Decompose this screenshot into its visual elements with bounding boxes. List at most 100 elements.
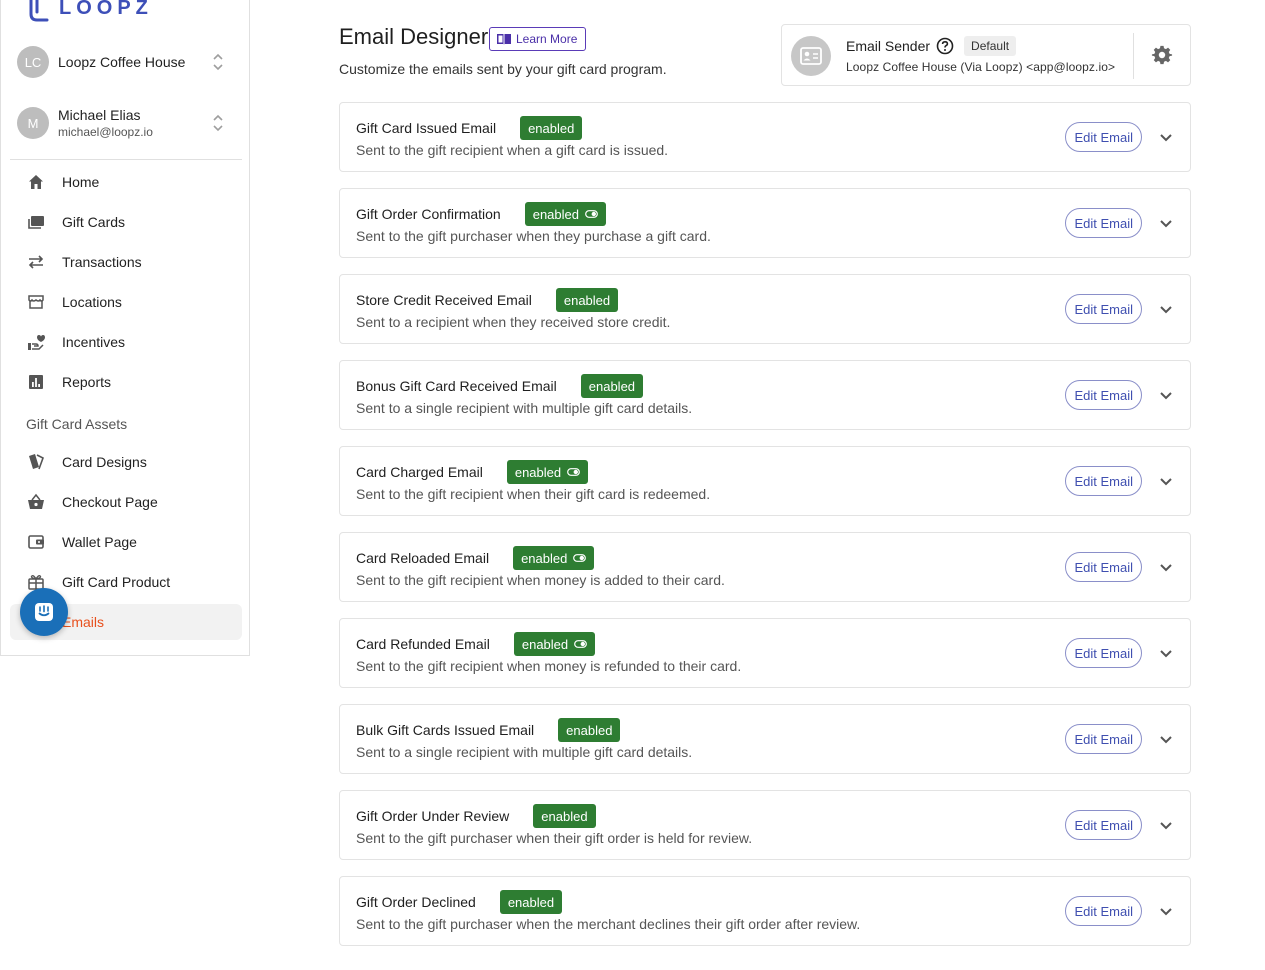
storefront-icon — [26, 292, 46, 312]
email-card: Gift Card Issued Email enabled Sent to t… — [339, 102, 1191, 172]
email-card: Bulk Gift Cards Issued Email enabled Sen… — [339, 704, 1191, 774]
sidebar-item-checkout-page[interactable]: Checkout Page — [10, 484, 242, 520]
edit-email-button[interactable]: Edit Email — [1065, 380, 1142, 410]
sidebar-item-label: Gift Cards — [62, 214, 126, 230]
sidebar-item-label: Locations — [62, 294, 122, 310]
email-title: Gift Order Under Review — [356, 808, 510, 824]
edit-email-button[interactable]: Edit Email — [1065, 638, 1142, 668]
sidebar-divider — [10, 159, 242, 160]
email-title: Gift Order Declined — [356, 894, 476, 910]
chevron-down-icon[interactable] — [1158, 215, 1174, 231]
edit-email-button[interactable]: Edit Email — [1065, 208, 1142, 238]
status-badge-label: enabled — [514, 464, 562, 480]
user-email: michael@loopz.io — [58, 125, 153, 139]
default-chip: Default — [964, 36, 1017, 56]
learn-more-label: Learn More — [516, 32, 578, 46]
chevron-down-icon[interactable] — [1158, 559, 1174, 575]
edit-email-button[interactable]: Edit Email — [1065, 896, 1142, 926]
organization-switcher[interactable]: LC Loopz Coffee House — [17, 46, 235, 78]
user-switcher[interactable]: M Michael Elias michael@loopz.io — [17, 107, 235, 139]
sidebar-item-card-designs[interactable]: Card Designs — [10, 444, 242, 480]
edit-email-button[interactable]: Edit Email — [1065, 294, 1142, 324]
email-description: Sent to the gift recipient when money is… — [356, 572, 725, 588]
email-description: Sent to the gift recipient when a gift c… — [356, 142, 669, 158]
status-badge-label: enabled — [541, 808, 588, 824]
toggle-on-icon — [567, 468, 581, 476]
email-card: Card Refunded Email enabled Sent to the … — [339, 618, 1191, 688]
sidebar-item-label: Checkout Page — [62, 494, 158, 510]
organization-name: Loopz Coffee House — [58, 54, 186, 70]
chat-icon — [35, 603, 53, 621]
brand-logo[interactable]: LOOPZ — [25, 0, 153, 22]
chevron-down-icon[interactable] — [1158, 129, 1174, 145]
chevron-down-icon[interactable] — [1158, 301, 1174, 317]
chevron-down-icon[interactable] — [1158, 387, 1174, 403]
sidebar-item-reports[interactable]: Reports — [10, 364, 242, 400]
email-description: Sent to the gift purchaser when they pur… — [356, 228, 711, 244]
status-badge: enabled — [499, 890, 563, 914]
status-badge: enabled — [580, 374, 644, 398]
sidebar-item-transactions[interactable]: Transactions — [10, 244, 242, 280]
book-icon — [497, 34, 511, 45]
bar-chart-icon — [26, 372, 46, 392]
chat-launcher-button[interactable] — [20, 588, 68, 636]
status-badge: enabled — [520, 116, 583, 140]
sidebar-item-label: Reports — [62, 374, 112, 390]
toggle-on-icon — [574, 640, 588, 648]
gear-icon[interactable] — [1151, 44, 1173, 66]
wallet-icon — [26, 532, 46, 552]
home-icon — [26, 172, 46, 192]
email-description: Sent to the gift recipient when money is… — [356, 658, 742, 674]
status-badge-label: enabled — [507, 894, 555, 910]
status-badge-label: enabled — [532, 206, 579, 222]
chevron-down-icon[interactable] — [1158, 903, 1174, 919]
user-avatar: M — [17, 107, 49, 139]
volunteer-heart-icon — [26, 332, 46, 352]
organization-avatar: LC — [17, 46, 49, 78]
email-card: Card Reloaded Email enabled Sent to the … — [339, 532, 1191, 602]
chevron-down-icon[interactable] — [1158, 731, 1174, 747]
sidebar-item-wallet-page[interactable]: Wallet Page — [10, 524, 242, 560]
edit-email-button[interactable]: Edit Email — [1065, 122, 1142, 152]
email-card: Gift Order Declined enabled Sent to the … — [339, 876, 1191, 946]
learn-more-button[interactable]: Learn More — [489, 27, 587, 51]
status-badge-label: enabled — [563, 292, 611, 308]
email-description: Sent to a recipient when they received s… — [356, 314, 671, 330]
status-badge: enabled — [506, 460, 589, 484]
sidebar-item-incentives[interactable]: Incentives — [10, 324, 242, 360]
sidebar-item-locations[interactable]: Locations — [10, 284, 242, 320]
status-badge: enabled — [533, 804, 596, 828]
sidebar-item-label: Transactions — [62, 254, 142, 270]
edit-email-button[interactable]: Edit Email — [1065, 466, 1142, 496]
status-badge-label: enabled — [566, 722, 613, 738]
email-card: Store Credit Received Email enabled Sent… — [339, 274, 1191, 344]
sidebar-item-label: Emails — [62, 614, 105, 630]
cards-stack-icon — [26, 452, 46, 472]
toggle-on-icon — [585, 210, 598, 218]
sidebar-item-home[interactable]: Home — [10, 164, 242, 200]
edit-email-button[interactable]: Edit Email — [1065, 724, 1142, 754]
sidebar-item-gift-cards[interactable]: Gift Cards — [10, 204, 242, 240]
shopping-basket-icon — [26, 492, 46, 512]
email-title: Bonus Gift Card Received Email — [356, 378, 557, 394]
chevron-down-icon[interactable] — [1158, 817, 1174, 833]
page-title: Email Designer — [339, 24, 489, 49]
email-description: Sent to a single recipient with multiple… — [356, 744, 693, 760]
edit-email-button[interactable]: Edit Email — [1065, 810, 1142, 840]
unfold-icon — [213, 53, 223, 71]
email-description: Sent to a single recipient with multiple… — [356, 400, 693, 416]
chevron-down-icon[interactable] — [1158, 473, 1174, 489]
sidebar-item-label: Wallet Page — [62, 534, 137, 550]
email-card: Card Charged Email enabled Sent to the g… — [339, 446, 1191, 516]
help-circle-icon[interactable] — [936, 37, 954, 55]
edit-email-button[interactable]: Edit Email — [1065, 552, 1142, 582]
chevron-down-icon[interactable] — [1158, 645, 1174, 661]
email-title: Card Charged Email — [356, 464, 483, 480]
email-title: Card Refunded Email — [356, 636, 490, 652]
email-description: Sent to the gift recipient when their gi… — [356, 486, 711, 502]
user-name: Michael Elias — [58, 107, 141, 123]
status-badge: enabled — [524, 202, 606, 226]
toggle-on-icon — [573, 554, 587, 562]
status-badge: enabled — [558, 718, 621, 742]
email-title: Store Credit Received Email — [356, 292, 532, 308]
